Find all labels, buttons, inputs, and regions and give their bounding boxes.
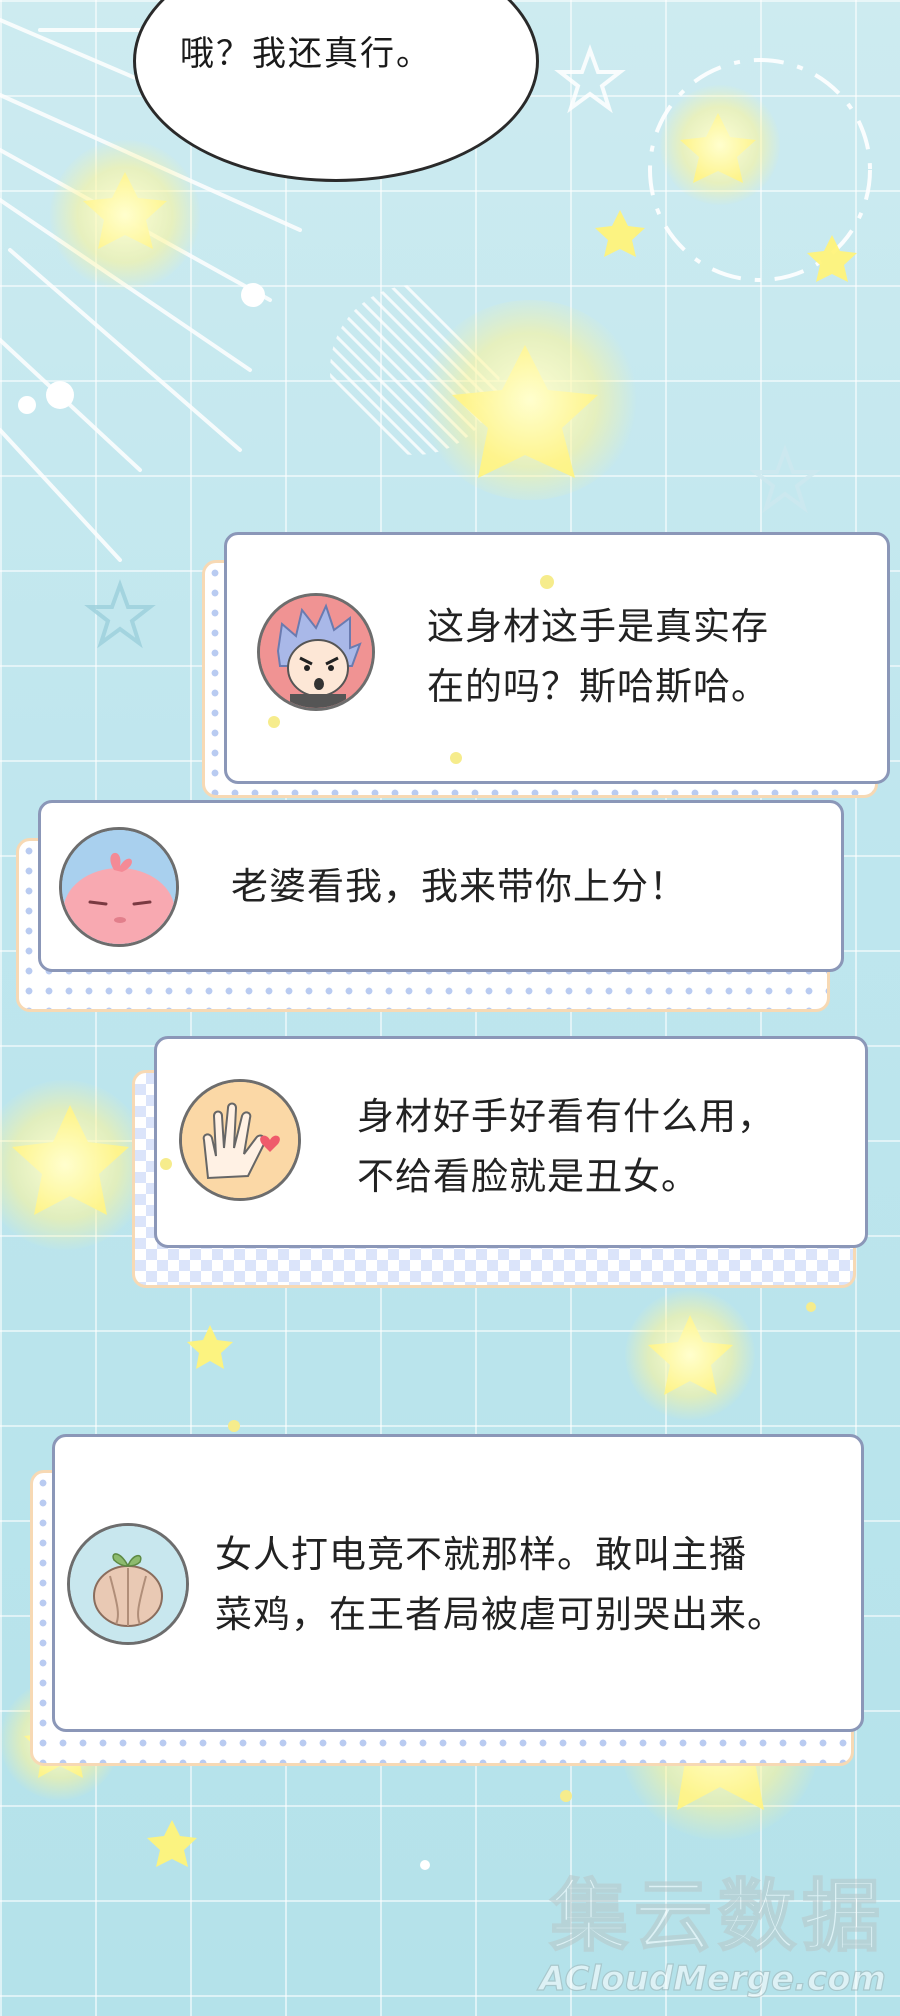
sparkle-dot [806,1302,816,1312]
glow-effect [625,1290,755,1420]
pink-blob-icon [62,830,176,944]
sparkle-dot [450,752,462,764]
comment-card: 老婆看我，我来带你上分！ [38,800,844,972]
sparkle-dot [160,1158,172,1170]
speech-bubble-text: 哦？我还真行。 [180,34,432,74]
comment-text-line-1: 女人打电竞不就那样。敢叫主播 [215,1533,747,1576]
sparkle-dot [420,1860,430,1870]
spiky-hair-boy-icon [260,596,372,708]
comment-text-line-1: 身材好手好看有什么用， [357,1095,775,1138]
comment-text-line-2: 在的吗？斯哈斯哈。 [427,665,769,708]
glow-effect [660,85,780,205]
pink-blob-avatar [59,827,179,947]
watermark-en: ACloudMerge.com [539,1959,887,1999]
waving-hand-avatar [179,1079,301,1201]
comment-text-line-2: 菜鸡，在王者局被虐可别哭出来。 [215,1593,785,1636]
steamed-bun-icon [70,1526,186,1642]
spiky-hair-boy-avatar [257,593,375,711]
comment-card: 女人打电竞不就那样。敢叫主播 菜鸡，在王者局被虐可别哭出来。 [52,1434,864,1732]
steamed-bun-avatar [67,1523,189,1645]
sparkle-dot [540,575,554,589]
sparkle-dot [560,1790,572,1802]
glow-effect [50,140,200,290]
sparkle-dot [268,716,280,728]
comment-text-line-2: 不给看脸就是丑女。 [357,1155,699,1198]
watermark-cn: 集云数据 [549,1872,886,1962]
waving-hand-icon [182,1082,298,1198]
comment-text-line-1: 老婆看我，我来带你上分！ [231,865,687,908]
glow-effect [420,300,640,500]
comment-card: 身材好手好看有什么用， 不给看脸就是丑女。 [154,1036,868,1248]
comment-text-line-1: 这身材这手是真实存 [427,605,769,648]
comment-card: 这身材这手是真实存 在的吗？斯哈斯哈。 [224,532,890,784]
watermark: 集云数据 ACloudMerge.com [539,1872,887,1999]
sparkle-dot [228,1420,240,1432]
